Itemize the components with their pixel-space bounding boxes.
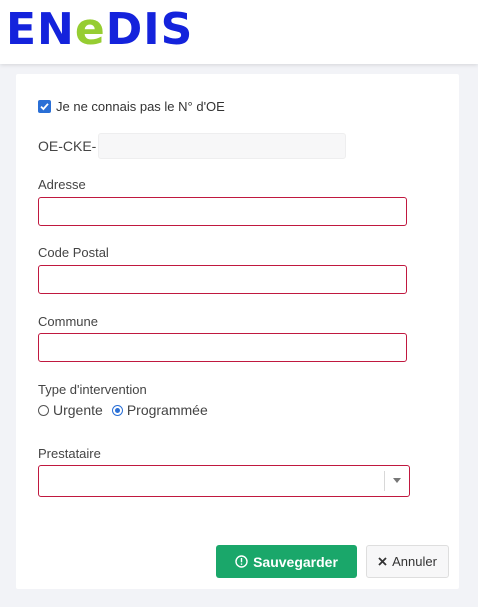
alert-circle-icon [235, 555, 248, 568]
oe-number-row: OE-CKE- [38, 133, 347, 159]
app-header: ENeDIS [0, 0, 478, 64]
intervention-type-group: Urgente Programmée [38, 402, 217, 418]
logo-text-part2: e [74, 4, 106, 55]
commune-label: Commune [38, 314, 98, 329]
provider-select[interactable] [38, 465, 410, 497]
select-divider [384, 471, 385, 491]
oe-number-input[interactable] [98, 133, 347, 159]
provider-label: Prestataire [38, 446, 101, 461]
radio-option-programmee[interactable]: Programmée [111, 402, 208, 418]
unknown-oe-label: Je ne connais pas le N° d'OE [56, 99, 225, 114]
postal-code-label: Code Postal [38, 245, 109, 260]
address-input[interactable] [38, 197, 407, 226]
save-button-label: Sauvegarder [253, 553, 338, 570]
radio-option-urgente[interactable]: Urgente [38, 402, 103, 418]
save-button[interactable]: Sauvegarder [216, 545, 357, 578]
chevron-down-icon[interactable] [393, 478, 401, 483]
unknown-oe-checkbox[interactable] [38, 100, 51, 113]
commune-input[interactable] [38, 333, 407, 362]
form-card: Je ne connais pas le N° d'OE OE-CKE- Adr… [16, 74, 459, 589]
postal-code-input[interactable] [38, 265, 407, 294]
logo-text-part1: EN [6, 4, 75, 55]
close-icon [378, 557, 387, 566]
oe-prefix: OE-CKE- [38, 138, 97, 154]
checkmark-icon [40, 103, 49, 111]
radio-urgente[interactable] [38, 404, 49, 416]
cancel-button[interactable]: Annuler [366, 545, 449, 578]
enedis-logo: ENeDIS [6, 8, 193, 52]
cancel-button-label: Annuler [392, 554, 437, 569]
logo-text-part3: DIS [105, 4, 194, 55]
address-label: Adresse [38, 177, 86, 192]
intervention-type-label: Type d'intervention [38, 382, 147, 397]
radio-urgente-label: Urgente [53, 402, 103, 418]
unknown-oe-row[interactable]: Je ne connais pas le N° d'OE [38, 99, 225, 114]
radio-programmee[interactable] [111, 404, 123, 416]
radio-programmee-label: Programmée [126, 402, 208, 418]
